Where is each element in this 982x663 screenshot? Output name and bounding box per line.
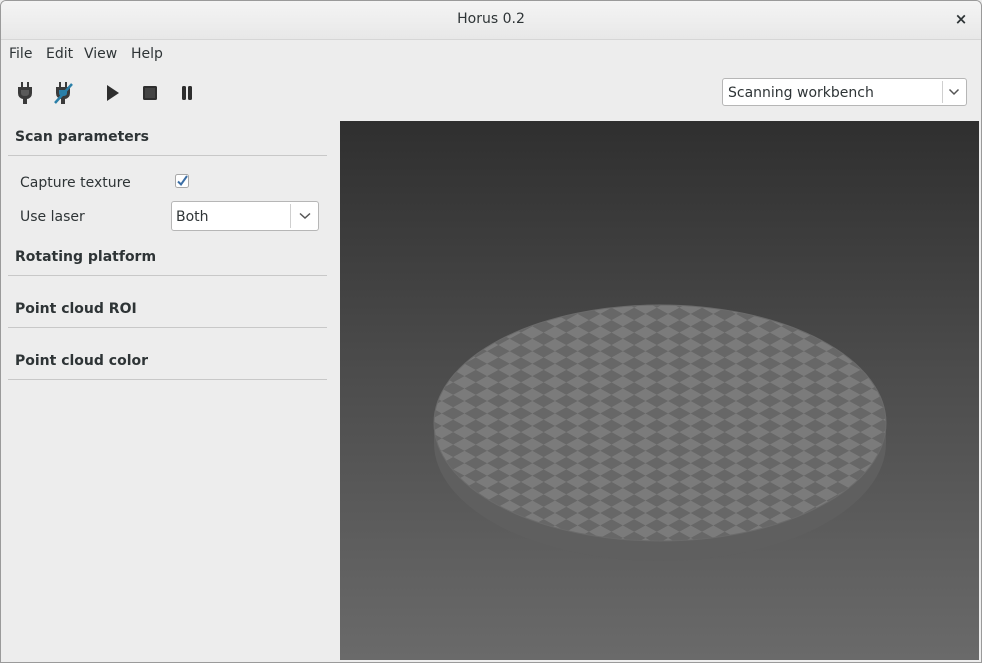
section-point-cloud-roi[interactable]: Point cloud ROI (15, 301, 137, 317)
divider (8, 327, 327, 328)
app-window: Horus 0.2 × File Edit View Help Scanning… (0, 0, 982, 663)
titlebar[interactable]: Horus 0.2 × (1, 1, 981, 40)
chevron-down-icon (299, 212, 311, 220)
plug-connect-icon (18, 82, 32, 104)
toolbar: Scanning workbench (1, 71, 981, 115)
play-button[interactable] (100, 81, 124, 105)
menu-view[interactable]: View (84, 46, 117, 62)
workbench-dropdown-button[interactable] (942, 81, 964, 103)
pause-icon (182, 86, 192, 100)
sidebar-panel: Scan parameters Capture texture Use lase… (1, 121, 338, 662)
3d-viewport[interactable] (340, 121, 979, 660)
capture-texture-checkbox[interactable] (175, 173, 189, 188)
disconnect-button[interactable] (51, 81, 75, 105)
capture-texture-label: Capture texture (20, 175, 131, 191)
connect-button[interactable] (13, 81, 37, 105)
chevron-down-icon (948, 88, 960, 96)
checkmark-icon (175, 174, 189, 188)
divider (8, 155, 327, 156)
divider (8, 275, 327, 276)
use-laser-label: Use laser (20, 209, 85, 225)
divider (8, 379, 327, 380)
stop-icon (143, 86, 157, 100)
workbench-select-value: Scanning workbench (728, 85, 874, 101)
play-icon (107, 85, 119, 101)
plug-disconnect-icon (54, 82, 73, 104)
pause-button[interactable] (175, 81, 199, 105)
section-rotating-platform[interactable]: Rotating platform (15, 249, 156, 265)
use-laser-dropdown-button[interactable] (290, 204, 318, 228)
menu-help[interactable]: Help (131, 46, 163, 62)
menu-file[interactable]: File (9, 46, 32, 62)
use-laser-value: Both (176, 209, 209, 225)
stop-button[interactable] (138, 81, 162, 105)
rotating-platform-model (433, 304, 887, 561)
workbench-select[interactable]: Scanning workbench (722, 78, 967, 106)
window-title: Horus 0.2 (457, 11, 525, 27)
section-scan-parameters[interactable]: Scan parameters (15, 129, 149, 145)
use-laser-select[interactable]: Both (171, 201, 319, 231)
close-button[interactable]: × (951, 9, 971, 29)
menu-edit[interactable]: Edit (46, 46, 73, 62)
menubar: File Edit View Help (1, 40, 981, 68)
section-point-cloud-color[interactable]: Point cloud color (15, 353, 148, 369)
